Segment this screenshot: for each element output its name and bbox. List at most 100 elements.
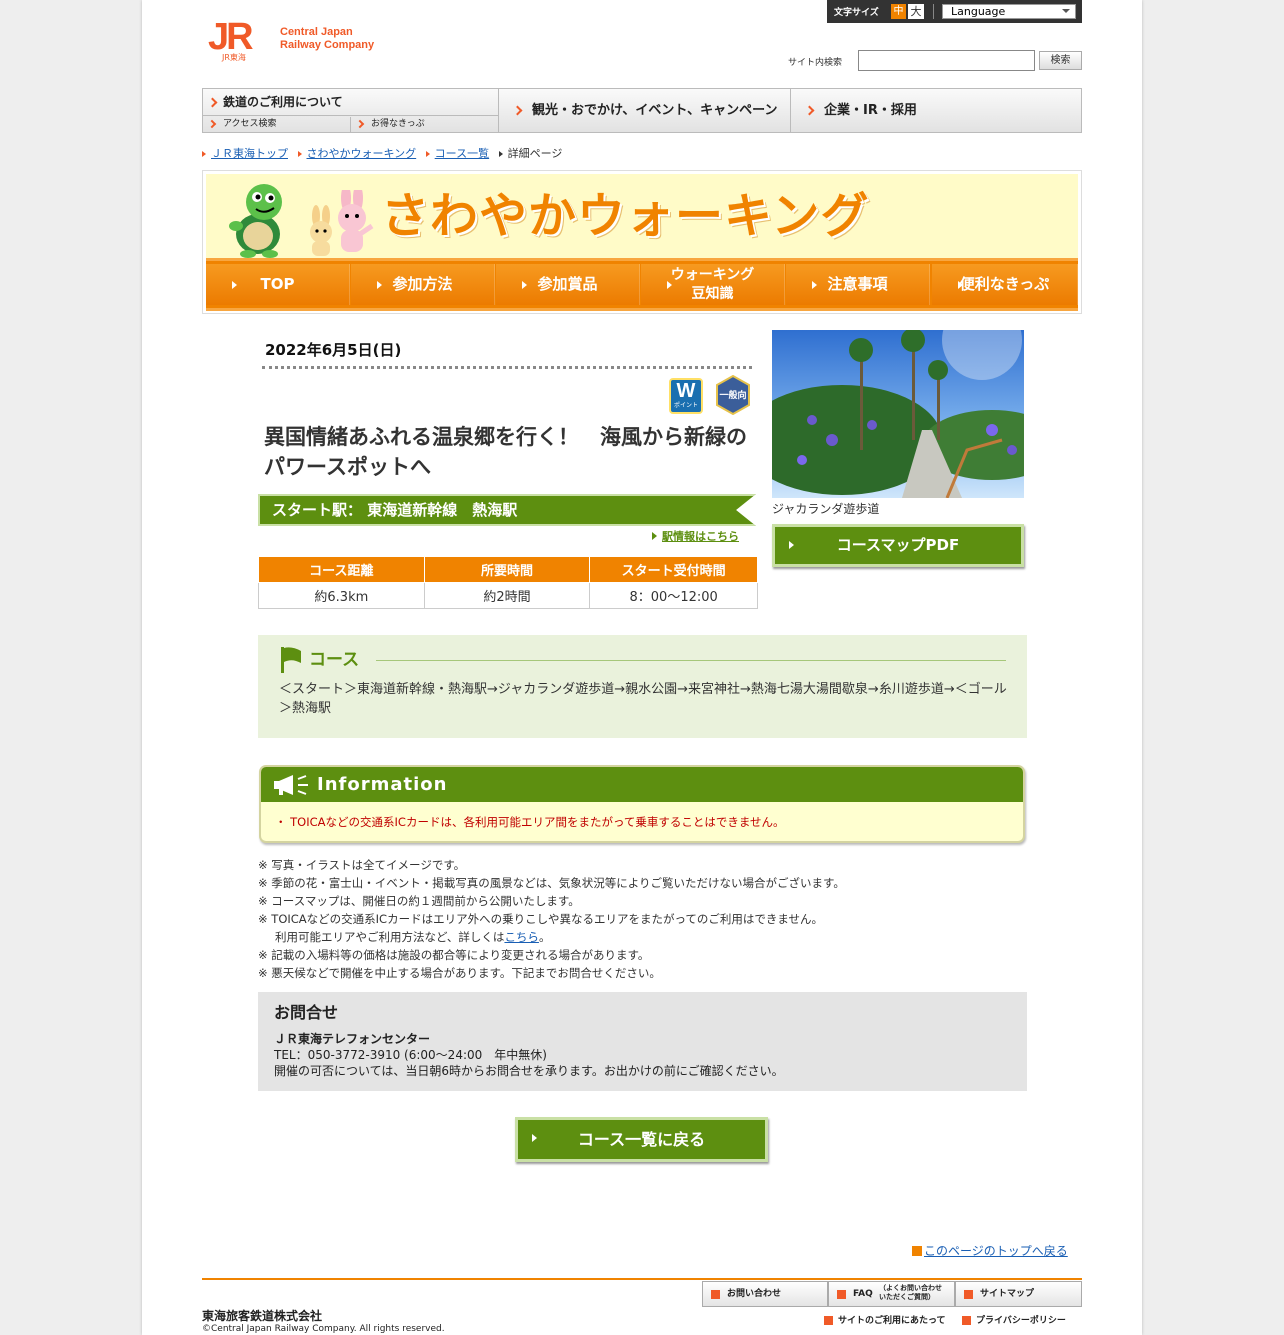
footer-faq-label: FAQ [853, 1289, 873, 1299]
contact-name: ＪＲ東海テレフォンセンター [274, 1032, 431, 1046]
course-route: ＜スタート＞東海道新幹線・熱海駅→ジャカランダ遊歩道→親水公園→来宮神社→熱海七… [279, 682, 1007, 716]
page: JR JR東海 Central Japan Railway Company 文字… [142, 0, 1142, 1335]
photo-caption: ジャカランダ遊歩道 [772, 502, 880, 516]
footer-site-usage-link[interactable]: サイトのご利用にあたって [824, 1314, 946, 1328]
jr-central-logo[interactable]: JR JR東海 Central Japan Railway Company [208, 18, 398, 64]
chevron-right-icon [512, 105, 523, 116]
banner-nav-prizes[interactable]: 参加賞品 [496, 264, 640, 305]
chevron-right-icon [962, 1316, 971, 1325]
banner-nav-walking-tips[interactable]: ウォーキング 豆知識 [641, 264, 785, 305]
divider [933, 4, 934, 19]
nav-access-search-label: アクセス検索 [223, 119, 277, 129]
search-button[interactable]: 検索 [1039, 51, 1082, 70]
rabbit-mascot-icon [310, 190, 374, 256]
chevron-right-icon [964, 1290, 973, 1299]
nav-discount-tickets[interactable]: お得なきっぷ [351, 117, 499, 132]
nav-discount-tickets-label: お得なきっぷ [371, 119, 425, 129]
note-line: ※ 季節の花・富士山・イベント・掲載写真の風景などは、気象状況等によりご覧いただ… [258, 876, 845, 890]
table-header-row: コース距離 所要時間 スタート受付時間 [258, 557, 758, 583]
general-audience-badge: 一般向 [715, 374, 751, 416]
note-line: ※ コースマップは、開催日の約１週間前から公開いたします。 [258, 894, 580, 908]
note-line: ※ TOICAなどの交通系ICカードはエリア外への乗りこしや異なるエリアをまたが… [258, 912, 824, 926]
station-info-link[interactable]: 駅情報はこちら [652, 530, 739, 544]
walking-banner: さわやかウォーキング TOP 参加方法 参加賞品 ウォーキング 豆知識 注意事項… [202, 170, 1082, 314]
course-map-pdf-button[interactable]: コースマップPDF [772, 524, 1024, 567]
jr-logo-mark: JR [208, 16, 254, 58]
divider [202, 1278, 1082, 1280]
banner-title: さわやかウォーキング [381, 188, 870, 244]
footer-privacy-label: プライバシーポリシー [976, 1316, 1066, 1326]
page-top-link[interactable]: このページのトップへ戻る [924, 1244, 1068, 1258]
company-name-en: Central Japan Railway Company [280, 26, 375, 51]
nav-travel-events-label: 観光・おでかけ、イベント、キャンペーン [532, 103, 778, 118]
banner-nav-how-to-join[interactable]: 参加方法 [351, 264, 495, 305]
nav-rail-usage[interactable]: 鉄道のご利用について [203, 89, 499, 116]
nav-travel-events[interactable]: 観光・おでかけ、イベント、キャンペーン [500, 89, 791, 132]
global-nav: 鉄道のご利用について アクセス検索 お得なきっぷ 観光・おでかけ、イベント、キャ… [202, 88, 1082, 133]
information-text: ・ TOICAなどの交通系ICカードは、各利用可能エリア間をまたがって乗車するこ… [275, 815, 785, 829]
megaphone-icon [274, 775, 308, 795]
footer-privacy-link[interactable]: プライバシーポリシー [962, 1314, 1066, 1328]
banner-nav-tickets[interactable]: 便利なきっぷ [932, 264, 1078, 305]
ic-card-info-link[interactable]: こちら [504, 930, 539, 944]
notes: ※ 写真・イラストは全てイメージです。 ※ 季節の花・富士山・イベント・掲載写真… [258, 856, 845, 982]
course-heading: コース [309, 650, 360, 670]
banner-nav: TOP 参加方法 参加賞品 ウォーキング 豆知識 注意事項 便利なきっぷ [206, 258, 1078, 311]
cell-start-time: 8：00～12:00 [589, 581, 758, 609]
general-audience-label: 一般向 [719, 391, 747, 401]
turtle-mascot-icon [229, 184, 282, 258]
chevron-right-icon [355, 119, 365, 129]
contact-note: 開催の可否については、当日朝6時からお問合せを承ります。お出かけの前にご確認くだ… [274, 1064, 784, 1078]
chevron-right-icon [804, 105, 815, 116]
breadcrumb-walking[interactable]: さわやかウォーキング [307, 147, 417, 160]
contact-heading: お問合せ [274, 1003, 339, 1022]
chevron-right-icon [207, 97, 218, 108]
course-photo [772, 330, 1024, 498]
nav-corporate[interactable]: 企業・IR・採用 [792, 89, 1082, 132]
back-to-course-list-button[interactable]: コース一覧に戻る [515, 1117, 768, 1162]
note-line: ※ 記載の入場料等の価格は施設の都合等により変更される場合があります。 [258, 948, 650, 962]
footer-inquiry-button[interactable]: お問い合わせ [702, 1281, 828, 1307]
course-info-table: コース距離 所要時間 スタート受付時間 約6.3km 約2時間 8：00～12:… [258, 557, 758, 609]
event-date: 2022年6月5日(日) [265, 341, 402, 359]
information-heading-label: Information [317, 774, 448, 795]
divider [376, 660, 1006, 661]
banner-nav-top[interactable]: TOP [206, 264, 350, 305]
language-select[interactable]: Language [942, 4, 1076, 19]
corporate-name: 東海旅客鉄道株式会社 [202, 1309, 323, 1323]
arrow-up-icon [912, 1246, 922, 1256]
chevron-right-icon [711, 1290, 720, 1299]
note-line: 利用可能エリアやご利用方法など、詳しくはこちら。 [258, 928, 845, 946]
w-point-badge: W ポイント [669, 378, 703, 414]
footer-faq-button[interactable]: FAQ （よくお問い合わせ いただくご質問） [828, 1281, 955, 1307]
nav-corporate-label: 企業・IR・採用 [824, 103, 917, 118]
information-box: Information ・ TOICAなどの交通系ICカードは、各利用可能エリア… [259, 765, 1025, 843]
font-size-label: 文字サイズ [834, 8, 879, 18]
table-row: 約6.3km 約2時間 8：00～12:00 [258, 581, 758, 609]
font-size-medium-button[interactable]: 中 [891, 4, 906, 19]
footer-sitemap-button[interactable]: サイトマップ [955, 1281, 1082, 1307]
utility-bar: 文字サイズ 中 大 Language [827, 0, 1082, 23]
jr-logo-sub: JR東海 [222, 53, 246, 62]
footer-faq-sub: （よくお問い合わせ いただくご質問） [879, 1284, 942, 1301]
nav-rail-usage-label: 鉄道のご利用について [223, 95, 343, 109]
breadcrumb-jr-top[interactable]: ＪＲ東海トップ [211, 147, 288, 160]
cell-distance: 約6.3km [258, 581, 425, 609]
contact-tel: TEL：050-3772-3910 (6:00～24:00 年中無休) [274, 1048, 547, 1062]
nav-access-search[interactable]: アクセス検索 [203, 117, 351, 132]
course-title: 異国情緒あふれる温泉郷を行く！ 海風から新緑のパワースポットへ [264, 425, 747, 479]
banner-nav-cautions[interactable]: 注意事項 [786, 264, 930, 305]
jacaranda-path-image [772, 330, 1024, 498]
site-search-input[interactable] [858, 50, 1035, 71]
footer-sitemap-label: サイトマップ [980, 1289, 1035, 1299]
header-duration: 所要時間 [423, 557, 591, 583]
font-size-large-button[interactable]: 大 [908, 4, 924, 19]
w-point-badge-label: ポイント [673, 402, 698, 409]
chevron-right-icon [824, 1316, 833, 1325]
breadcrumb-course-list[interactable]: コース一覧 [435, 147, 489, 160]
banner-header[interactable]: さわやかウォーキング [206, 174, 1078, 258]
footer-site-usage-label: サイトのご利用にあたって [838, 1316, 946, 1326]
contact-section: お問合せ ＪＲ東海テレフォンセンター TEL：050-3772-3910 (6:… [258, 992, 1027, 1091]
cell-duration: 約2時間 [423, 581, 591, 609]
page-top-link-wrap: このページのトップへ戻る [912, 1244, 1068, 1258]
